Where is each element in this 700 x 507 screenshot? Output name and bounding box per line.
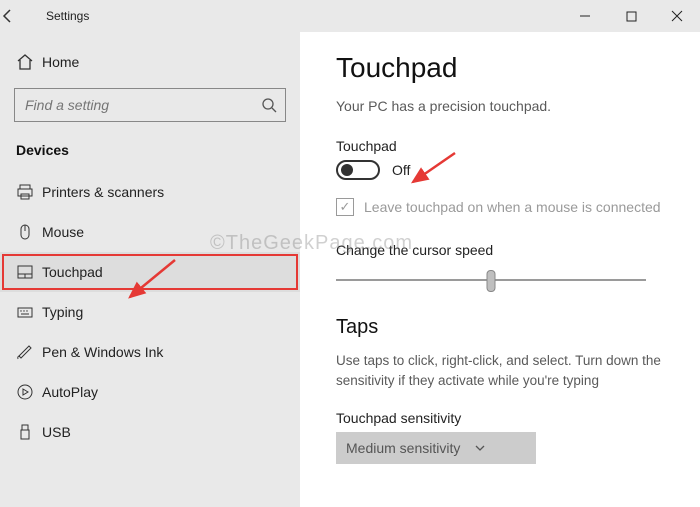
toggle-knob <box>341 164 353 176</box>
sidebar-home-label: Home <box>42 54 79 70</box>
sidebar-item-label: AutoPlay <box>42 384 98 400</box>
pen-icon <box>16 343 42 361</box>
settings-window: Settings Home Device <box>0 0 700 507</box>
leave-on-label: Leave touchpad on when a mouse is connec… <box>364 199 661 215</box>
close-button[interactable] <box>654 0 700 32</box>
touchpad-icon <box>16 263 42 281</box>
sidebar-item-pen[interactable]: Pen & Windows Ink <box>0 332 300 372</box>
touchpad-toggle-label: Touchpad <box>336 138 668 154</box>
search-input[interactable] <box>25 97 261 113</box>
back-button[interactable] <box>0 8 44 24</box>
chevron-down-icon <box>474 442 486 454</box>
sidebar-item-label: USB <box>42 424 71 440</box>
sidebar-item-typing[interactable]: Typing <box>0 292 300 332</box>
sidebar-item-label: Pen & Windows Ink <box>42 344 163 360</box>
taps-heading: Taps <box>336 316 668 339</box>
slider-thumb[interactable] <box>487 270 496 292</box>
leave-on-checkbox[interactable]: ✓ <box>336 198 354 216</box>
keyboard-icon <box>16 303 42 321</box>
sidebar-section-header: Devices <box>0 132 300 172</box>
sensitivity-dropdown[interactable]: Medium sensitivity <box>336 432 536 464</box>
page-heading: Touchpad <box>336 52 668 84</box>
sidebar-item-mouse[interactable]: Mouse <box>0 212 300 252</box>
window-title: Settings <box>46 9 89 23</box>
sidebar-item-label: Mouse <box>42 224 84 240</box>
usb-icon <box>16 423 42 441</box>
search-icon <box>261 97 277 113</box>
titlebar: Settings <box>0 0 700 32</box>
sidebar-item-autoplay[interactable]: AutoPlay <box>0 372 300 412</box>
autoplay-icon <box>16 383 42 401</box>
precision-text: Your PC has a precision touchpad. <box>336 98 668 114</box>
cursor-speed-slider[interactable] <box>336 268 646 292</box>
sensitivity-value: Medium sensitivity <box>346 440 460 456</box>
sidebar-item-label: Printers & scanners <box>42 184 164 200</box>
search-box[interactable] <box>14 88 286 122</box>
sidebar-item-usb[interactable]: USB <box>0 412 300 452</box>
touchpad-toggle[interactable] <box>336 160 380 180</box>
sidebar-item-label: Typing <box>42 304 83 320</box>
mouse-icon <box>16 223 42 241</box>
cursor-speed-label: Change the cursor speed <box>336 242 668 258</box>
maximize-button[interactable] <box>608 0 654 32</box>
sidebar-home[interactable]: Home <box>0 42 300 82</box>
sidebar-item-label: Touchpad <box>42 264 103 280</box>
sensitivity-label: Touchpad sensitivity <box>336 410 668 426</box>
minimize-button[interactable] <box>562 0 608 32</box>
sidebar-item-touchpad[interactable]: Touchpad <box>0 252 300 292</box>
printer-icon <box>16 183 42 201</box>
home-icon <box>16 53 42 71</box>
taps-description: Use taps to click, right-click, and sele… <box>336 351 668 390</box>
toggle-state-text: Off <box>392 162 410 178</box>
sidebar: Home Devices Printers & scanners Mou <box>0 32 300 507</box>
content-pane: Touchpad Your PC has a precision touchpa… <box>300 32 700 507</box>
sidebar-item-printers[interactable]: Printers & scanners <box>0 172 300 212</box>
